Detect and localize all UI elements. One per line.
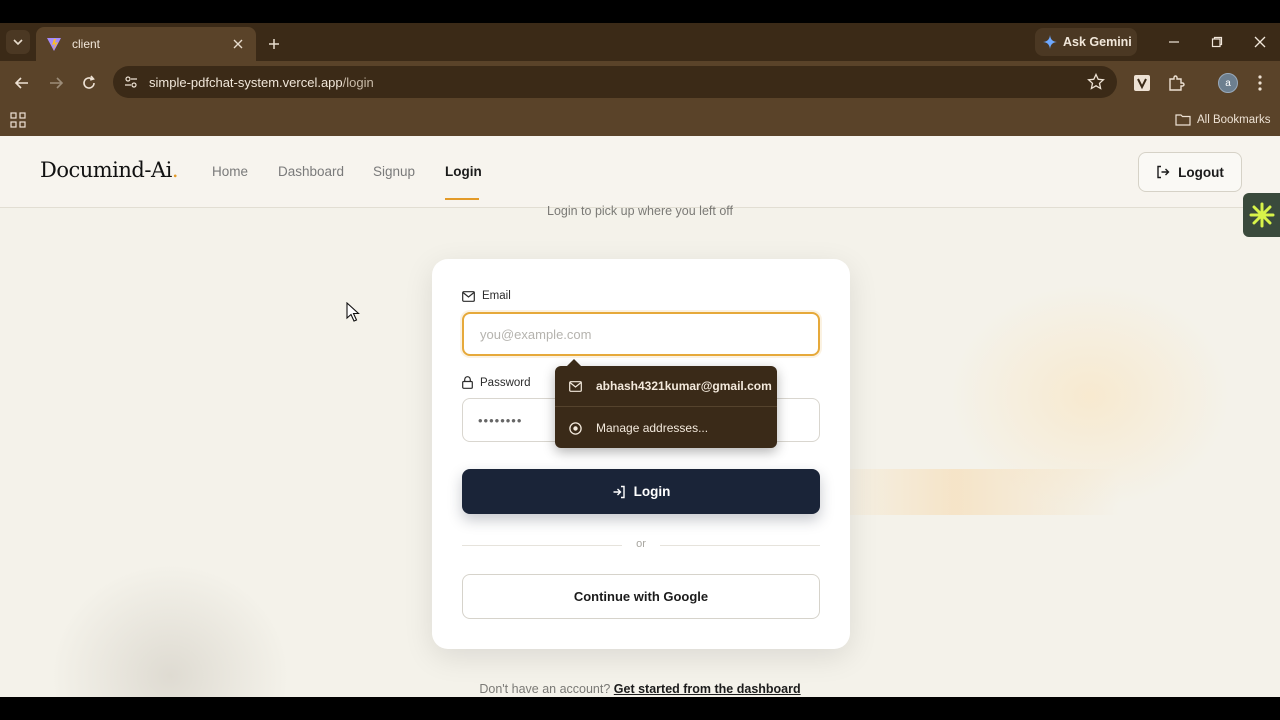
nav-dashboard[interactable]: Dashboard <box>278 164 344 179</box>
email-label: Email <box>462 290 511 302</box>
url-host: simple-pdfchat-system.vercel.app <box>149 74 343 90</box>
url-text: simple-pdfchat-system.vercel.app/login <box>149 75 374 90</box>
logout-icon <box>1157 165 1170 179</box>
password-label: Password <box>462 376 531 389</box>
folder-icon <box>1175 114 1191 126</box>
decorative-glow <box>820 469 1120 515</box>
tab-title: client <box>72 37 101 51</box>
login-icon <box>613 485 625 498</box>
mouse-cursor-icon <box>346 302 360 322</box>
bookmarks-bar: All Bookmarks <box>0 105 1280 136</box>
email-label-text: Email <box>482 290 511 302</box>
bookmark-star-icon[interactable] <box>1087 73 1105 91</box>
mail-icon <box>462 290 475 302</box>
address-bar[interactable]: simple-pdfchat-system.vercel.app/login <box>113 66 1117 98</box>
active-nav-underline <box>445 198 479 200</box>
or-separator: or <box>636 538 646 550</box>
browser-toolbar: simple-pdfchat-system.vercel.app/login a <box>0 61 1280 105</box>
autofill-dropdown: abhash4321kumar@gmail.com Manage address… <box>555 359 777 448</box>
all-bookmarks-label: All Bookmarks <box>1197 113 1271 126</box>
continue-with-google-button[interactable]: Continue with Google <box>462 574 820 619</box>
reload-icon[interactable] <box>77 71 101 95</box>
password-label-text: Password <box>480 376 531 389</box>
manage-addresses-label: Manage addresses... <box>596 421 709 435</box>
login-button[interactable]: Login <box>462 469 820 514</box>
mail-icon <box>569 380 582 392</box>
gemini-sparkle-icon <box>1043 35 1057 49</box>
kebab-menu-icon[interactable] <box>1249 72 1271 94</box>
apps-grid-icon[interactable] <box>10 112 26 128</box>
close-window-icon[interactable] <box>1247 30 1273 54</box>
manage-addresses-item[interactable]: Manage addresses... <box>555 408 777 448</box>
logo-dot: . <box>171 158 179 182</box>
logo-text: Documind-Ai <box>40 158 172 182</box>
ask-gemini-label: Ask Gemini <box>1063 35 1132 49</box>
browser-chrome: client Ask Gemini simple-pdfchat-system.… <box>0 23 1280 136</box>
site-logo[interactable]: Documind-Ai. <box>40 158 179 182</box>
extension-shield-icon[interactable] <box>1131 72 1153 94</box>
minimize-icon[interactable] <box>1161 30 1187 54</box>
new-tab-plus-icon[interactable] <box>262 32 286 56</box>
tab-strip: client Ask Gemini <box>0 23 1280 61</box>
chevron-down-icon <box>13 39 23 46</box>
login-card: Email Password •••••••• Login or Continu… <box>432 259 850 649</box>
logout-button[interactable]: Logout <box>1138 152 1242 192</box>
tab-client[interactable]: client <box>36 27 256 61</box>
restore-icon[interactable] <box>1204 30 1230 54</box>
autofill-email-suggestion[interactable]: abhash4321kumar@gmail.com <box>555 366 777 406</box>
tab-close-icon[interactable] <box>230 36 246 52</box>
all-bookmarks-button[interactable]: All Bookmarks <box>1175 113 1271 126</box>
vite-favicon-icon <box>46 36 62 52</box>
signup-prompt-text: Don't have an account? <box>479 682 611 696</box>
profile-avatar[interactable]: a <box>1218 73 1238 93</box>
tab-search-button[interactable] <box>6 30 30 54</box>
nav-signup[interactable]: Signup <box>373 164 415 179</box>
screen-top-bar <box>0 0 1280 23</box>
ask-gemini-button[interactable]: Ask Gemini <box>1035 28 1137 56</box>
url-path: /login <box>342 74 374 90</box>
lock-icon <box>462 376 473 389</box>
autofill-email-text: abhash4321kumar@gmail.com <box>596 379 772 393</box>
site-navbar: Documind-Ai. Home Dashboard Signup Login… <box>0 136 1280 208</box>
back-arrow-icon[interactable] <box>10 71 34 95</box>
chrome-icon <box>569 421 582 435</box>
login-subtitle: Login to pick up where you left off <box>547 204 733 218</box>
signup-prompt: Don't have an account? Get started from … <box>0 682 1280 696</box>
site-info-icon[interactable] <box>121 72 141 92</box>
login-button-label: Login <box>633 484 671 499</box>
autofill-separator <box>555 406 777 407</box>
screen-bottom-bar <box>0 697 1280 720</box>
get-started-link[interactable]: Get started from the dashboard <box>614 682 801 696</box>
password-masked-value: •••••••• <box>478 413 523 428</box>
nav-home[interactable]: Home <box>212 164 248 179</box>
email-input[interactable] <box>462 312 820 356</box>
divider-right <box>660 545 820 546</box>
nav-login[interactable]: Login <box>445 164 482 179</box>
forward-arrow-icon[interactable] <box>44 71 68 95</box>
logout-label: Logout <box>1178 164 1224 180</box>
extensions-puzzle-icon[interactable] <box>1165 72 1187 94</box>
